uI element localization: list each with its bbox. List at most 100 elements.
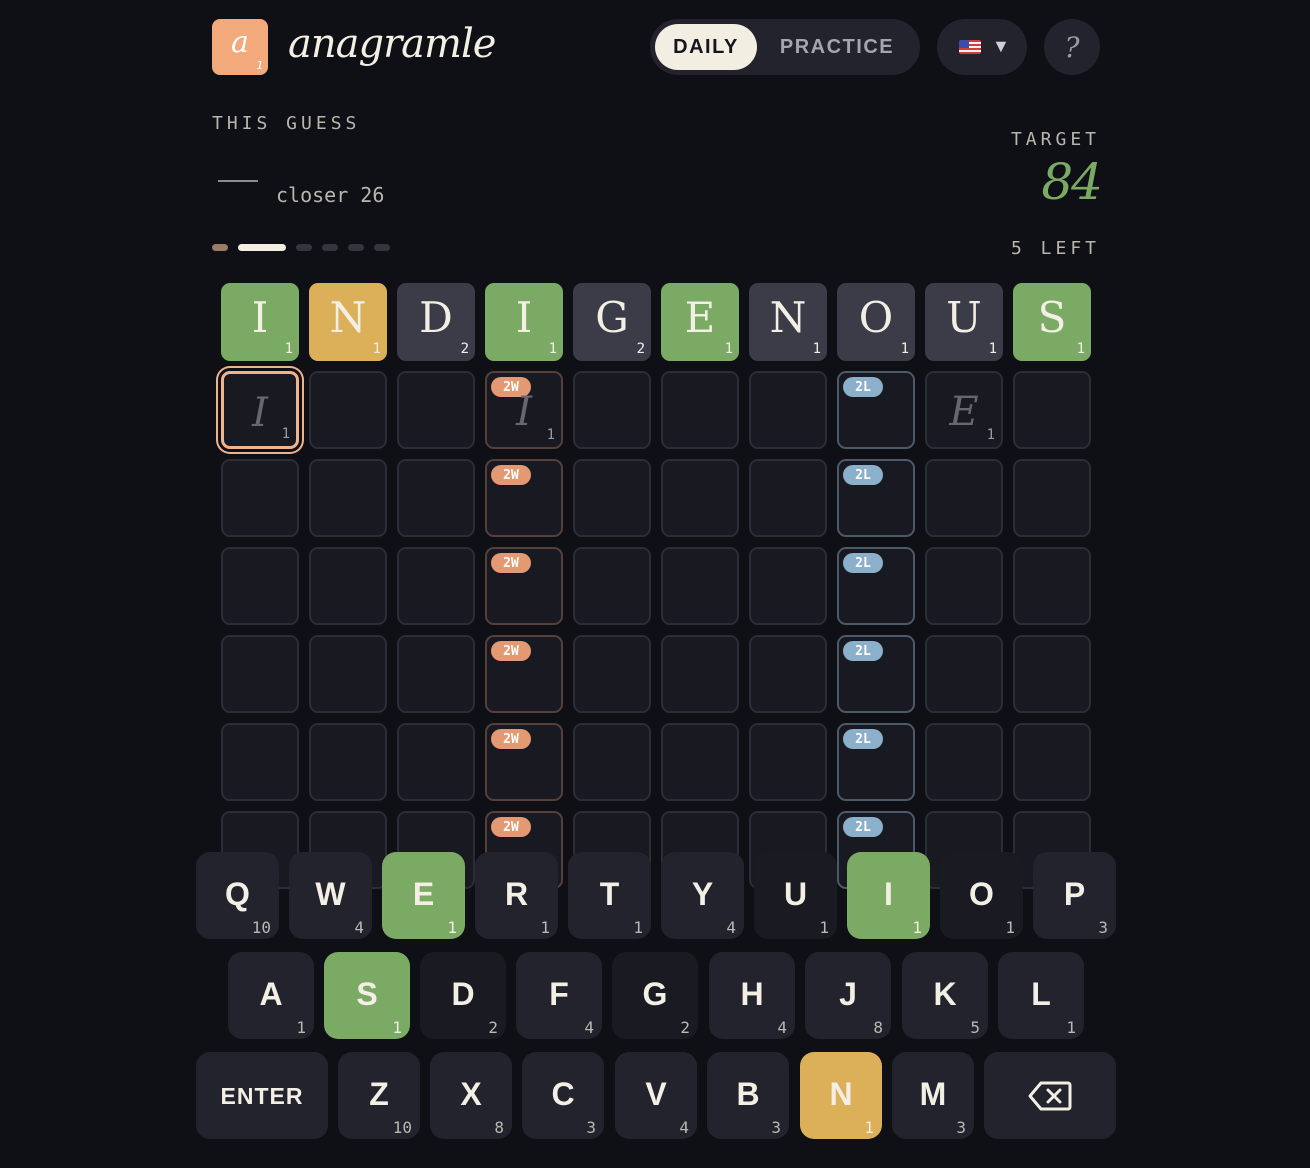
guess-tile[interactable] — [573, 723, 651, 801]
guess-tile[interactable] — [397, 459, 475, 537]
progress-dot — [374, 244, 390, 251]
guess-tile[interactable] — [397, 635, 475, 713]
key-g[interactable]: G2 — [612, 952, 698, 1039]
guess-tile[interactable] — [309, 459, 387, 537]
guess-tile[interactable] — [1013, 723, 1091, 801]
header: a 1 anagramle DAILY PRACTICE ▼ ? — [212, 19, 1100, 75]
key-letter: C — [551, 1076, 575, 1112]
double-word-badge: 2W — [491, 641, 531, 661]
key-y[interactable]: Y4 — [661, 852, 744, 939]
guess-tile[interactable] — [749, 547, 827, 625]
guess-tile[interactable]: 2L — [837, 371, 915, 449]
key-i[interactable]: I1 — [847, 852, 930, 939]
key-n[interactable]: N1 — [800, 1052, 882, 1139]
guess-tile[interactable] — [749, 459, 827, 537]
key-w[interactable]: W4 — [289, 852, 372, 939]
guess-tile[interactable] — [573, 459, 651, 537]
key-p[interactable]: P3 — [1033, 852, 1116, 939]
key-c[interactable]: C3 — [522, 1052, 604, 1139]
key-e[interactable]: E1 — [382, 852, 465, 939]
tile-score: 2 — [636, 341, 645, 357]
guess-tile[interactable]: 2W — [485, 547, 563, 625]
guess-tile[interactable]: 2W I 1 — [485, 371, 563, 449]
tile-score: 1 — [548, 341, 557, 357]
guess-tile[interactable] — [1013, 547, 1091, 625]
guess-tile[interactable] — [573, 635, 651, 713]
guess-tile[interactable] — [309, 547, 387, 625]
key-k[interactable]: K5 — [902, 952, 988, 1039]
guess-tile[interactable] — [661, 635, 739, 713]
guess-tile[interactable] — [1013, 635, 1091, 713]
answer-tile: N1 — [749, 283, 827, 361]
target-label: TARGET — [1010, 129, 1100, 150]
guess-tile[interactable] — [1013, 371, 1091, 449]
language-select-button[interactable]: ▼ — [937, 19, 1027, 75]
tile-score: 1 — [372, 341, 381, 357]
key-o[interactable]: O1 — [940, 852, 1023, 939]
guess-tile[interactable] — [221, 547, 299, 625]
key-score: 4 — [777, 1018, 787, 1037]
guess-tile[interactable] — [925, 459, 1003, 537]
guess-tile[interactable] — [573, 547, 651, 625]
key-d[interactable]: D2 — [420, 952, 506, 1039]
guess-tile[interactable] — [309, 371, 387, 449]
guess-tile[interactable] — [1013, 459, 1091, 537]
key-f[interactable]: F4 — [516, 952, 602, 1039]
guess-tile[interactable] — [749, 723, 827, 801]
key-h[interactable]: H4 — [709, 952, 795, 1039]
guess-tile[interactable]: 2L — [837, 547, 915, 625]
guess-tile[interactable] — [397, 547, 475, 625]
tile-score: 1 — [284, 341, 293, 357]
key-score: 1 — [1005, 918, 1015, 937]
guess-tile[interactable] — [661, 547, 739, 625]
guess-tile[interactable] — [661, 459, 739, 537]
guess-tile[interactable] — [309, 723, 387, 801]
key-b[interactable]: B3 — [707, 1052, 789, 1139]
guess-tile[interactable]: I1 — [221, 371, 299, 449]
guess-tile[interactable] — [221, 723, 299, 801]
guess-tile[interactable] — [749, 371, 827, 449]
hint-score: 1 — [546, 427, 555, 443]
guess-tile[interactable] — [925, 723, 1003, 801]
key-j[interactable]: J8 — [805, 952, 891, 1039]
guess-tile[interactable] — [661, 723, 739, 801]
key-u[interactable]: U1 — [754, 852, 837, 939]
guess-tile[interactable]: 2W — [485, 459, 563, 537]
tile-score: 1 — [1076, 341, 1085, 357]
us-flag-icon — [959, 40, 981, 54]
key-s[interactable]: S1 — [324, 952, 410, 1039]
enter-key[interactable]: ENTER — [196, 1052, 328, 1139]
key-r[interactable]: R1 — [475, 852, 558, 939]
key-l[interactable]: L1 — [998, 952, 1084, 1039]
guess-tile[interactable] — [661, 371, 739, 449]
guess-tile[interactable]: 2L — [837, 459, 915, 537]
backspace-key[interactable] — [984, 1052, 1116, 1139]
guess-tile[interactable] — [397, 371, 475, 449]
key-z[interactable]: Z 10 — [338, 1052, 420, 1139]
guess-tile[interactable]: 2L — [837, 723, 915, 801]
guess-tile[interactable]: 2L — [837, 635, 915, 713]
guess-tile[interactable] — [573, 371, 651, 449]
guess-tile[interactable]: 2W — [485, 723, 563, 801]
guess-tile[interactable] — [925, 635, 1003, 713]
tile-letter: D — [419, 293, 453, 342]
guess-tile[interactable] — [397, 723, 475, 801]
double-word-badge: 2W — [491, 729, 531, 749]
key-a[interactable]: A1 — [228, 952, 314, 1039]
practice-mode-button[interactable]: PRACTICE — [762, 24, 912, 70]
key-v[interactable]: V4 — [615, 1052, 697, 1139]
key-m[interactable]: M3 — [892, 1052, 974, 1139]
key-q[interactable]: Q 10 — [196, 852, 279, 939]
daily-mode-button[interactable]: DAILY — [655, 24, 757, 70]
tile-letter: N — [769, 293, 807, 342]
guess-tile[interactable] — [925, 547, 1003, 625]
guess-tile[interactable] — [749, 635, 827, 713]
guess-tile[interactable] — [309, 635, 387, 713]
guess-tile[interactable] — [221, 635, 299, 713]
key-t[interactable]: T1 — [568, 852, 651, 939]
key-x[interactable]: X8 — [430, 1052, 512, 1139]
guess-tile[interactable]: E1 — [925, 371, 1003, 449]
help-button[interactable]: ? — [1044, 19, 1100, 75]
guess-tile[interactable] — [221, 459, 299, 537]
guess-tile[interactable]: 2W — [485, 635, 563, 713]
